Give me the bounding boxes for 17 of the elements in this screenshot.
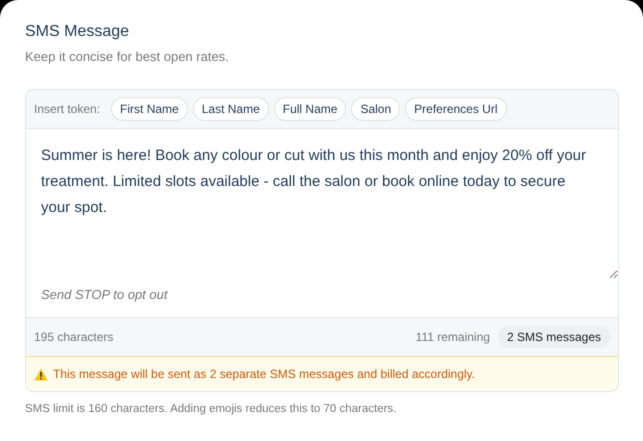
segment-count-badge: 2 SMS messages	[498, 326, 610, 348]
token-button[interactable]: First Name	[111, 96, 188, 121]
token-label: Insert token:	[34, 100, 100, 118]
opt-out-text: Send STOP to opt out	[40, 286, 169, 304]
remaining-count: 111 remaining	[416, 329, 490, 346]
help-text: SMS limit is 160 characters. Adding emojis reduces this to 70 characters.	[25, 402, 398, 418]
token-button[interactable]: Full Name	[274, 96, 346, 121]
token-button[interactable]: Salon	[351, 96, 400, 121]
message-field[interactable]: Summer is here! Book any colour or cut with us this month and enjoy 20% off your treatment. Limited slots available - call the salon or book online today to secure your spot.	[26, 128, 618, 279]
warning-text: This message will be sent as 2 separate SMS messages and billed accordingly.	[53, 366, 475, 384]
warning-icon	[34, 368, 48, 381]
section-title: SMS Message	[25, 22, 130, 42]
section-subtitle: Keep it concise for best open rates.	[25, 48, 230, 66]
character-count: 195 characters	[34, 329, 114, 346]
message-editor[interactable]: Summer is here! Book any colour or cut with us this month and enjoy 20% off your treatment. Limited slots available - call the salon or book online today to secure your spot. Send STOP to opt out	[25, 128, 619, 318]
token-button[interactable]: Preferences Url	[405, 96, 507, 121]
token-button[interactable]: Last Name	[192, 96, 269, 121]
